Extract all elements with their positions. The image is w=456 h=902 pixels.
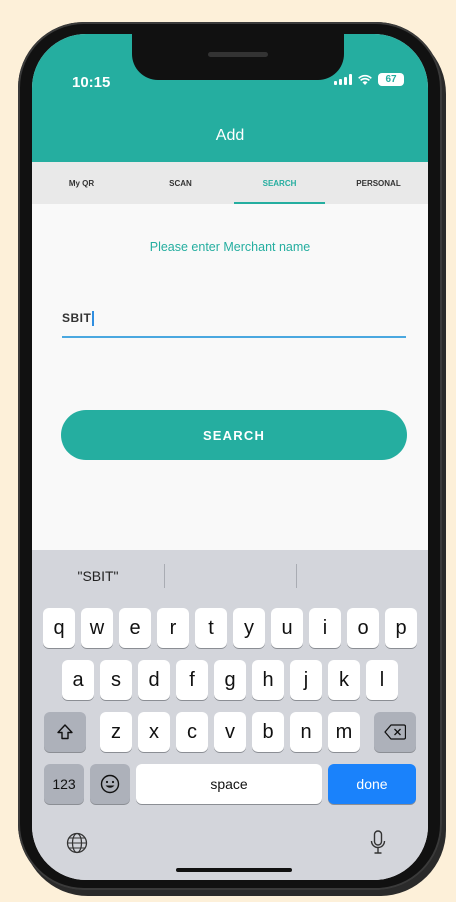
home-indicator[interactable] <box>176 868 292 872</box>
key-b[interactable]: b <box>252 712 284 752</box>
phone-screen: 10:15 67 Add My QR SCAN SEARCH PERSONAL … <box>32 34 428 880</box>
key-k[interactable]: k <box>328 660 360 700</box>
merchant-search-input[interactable]: SBIT <box>62 300 406 338</box>
key-x[interactable]: x <box>138 712 170 752</box>
suggestion-3[interactable] <box>296 550 428 602</box>
backspace-key[interactable] <box>374 712 416 752</box>
key-e[interactable]: e <box>119 608 151 648</box>
suggestion-2[interactable] <box>164 550 296 602</box>
key-m[interactable]: m <box>328 712 360 752</box>
status-time: 10:15 <box>72 74 111 91</box>
tab-scan[interactable]: SCAN <box>131 162 230 204</box>
key-n[interactable]: n <box>290 712 322 752</box>
notch <box>132 34 344 80</box>
page-title: Add <box>215 127 245 144</box>
key-t[interactable]: t <box>195 608 227 648</box>
key-a[interactable]: a <box>62 660 94 700</box>
key-i[interactable]: i <box>309 608 341 648</box>
battery-icon: 67 <box>378 73 404 86</box>
shift-icon <box>57 724 73 740</box>
key-z[interactable]: z <box>100 712 132 752</box>
done-key[interactable]: done <box>328 764 416 804</box>
space-key[interactable]: space <box>136 764 322 804</box>
speaker-grille <box>208 52 268 57</box>
emoji-icon <box>100 774 120 794</box>
search-prompt: Please enter Merchant name <box>149 240 311 254</box>
key-row-1: q w e r t y u i o p <box>32 608 428 648</box>
key-d[interactable]: d <box>138 660 170 700</box>
key-row-2: a s d f g h j k l <box>32 660 428 700</box>
suggestion-bar: "SBIT" <box>32 550 428 602</box>
search-input-value: SBIT <box>62 311 92 325</box>
tab-bar: My QR SCAN SEARCH PERSONAL <box>32 162 428 204</box>
key-s[interactable]: s <box>100 660 132 700</box>
key-u[interactable]: u <box>271 608 303 648</box>
text-caret <box>92 310 94 326</box>
signal-icon <box>334 74 352 85</box>
tab-search[interactable]: SEARCH <box>230 162 329 204</box>
key-f[interactable]: f <box>176 660 208 700</box>
app-header: Add <box>32 110 428 162</box>
wifi-icon <box>358 74 372 85</box>
suggestion-1[interactable]: "SBIT" <box>32 550 164 602</box>
tab-my-qr[interactable]: My QR <box>32 162 131 204</box>
key-o[interactable]: o <box>347 608 379 648</box>
key-row-4: 123 space done <box>32 764 428 804</box>
key-v[interactable]: v <box>214 712 246 752</box>
status-icons: 67 <box>334 73 404 86</box>
keyboard-bottom-bar <box>32 830 428 880</box>
numbers-key[interactable]: 123 <box>44 764 84 804</box>
key-j[interactable]: j <box>290 660 322 700</box>
search-panel: Please enter Merchant name SBIT SEARCH <box>32 204 428 550</box>
key-c[interactable]: c <box>176 712 208 752</box>
emoji-key[interactable] <box>90 764 130 804</box>
backspace-icon <box>384 724 406 740</box>
keyboard: "SBIT" q w e r t y u i o p a s d f g h j… <box>32 550 428 880</box>
key-r[interactable]: r <box>157 608 189 648</box>
search-button[interactable]: SEARCH <box>61 410 407 460</box>
key-q[interactable]: q <box>43 608 75 648</box>
shift-key[interactable] <box>44 712 86 752</box>
key-h[interactable]: h <box>252 660 284 700</box>
key-w[interactable]: w <box>81 608 113 648</box>
tab-personal[interactable]: PERSONAL <box>329 162 428 204</box>
key-l[interactable]: l <box>366 660 398 700</box>
key-g[interactable]: g <box>214 660 246 700</box>
key-y[interactable]: y <box>233 608 265 648</box>
globe-icon[interactable] <box>66 832 88 854</box>
key-row-3: z x c v b n m <box>32 712 428 752</box>
microphone-icon[interactable] <box>370 830 386 856</box>
key-p[interactable]: p <box>385 608 417 648</box>
